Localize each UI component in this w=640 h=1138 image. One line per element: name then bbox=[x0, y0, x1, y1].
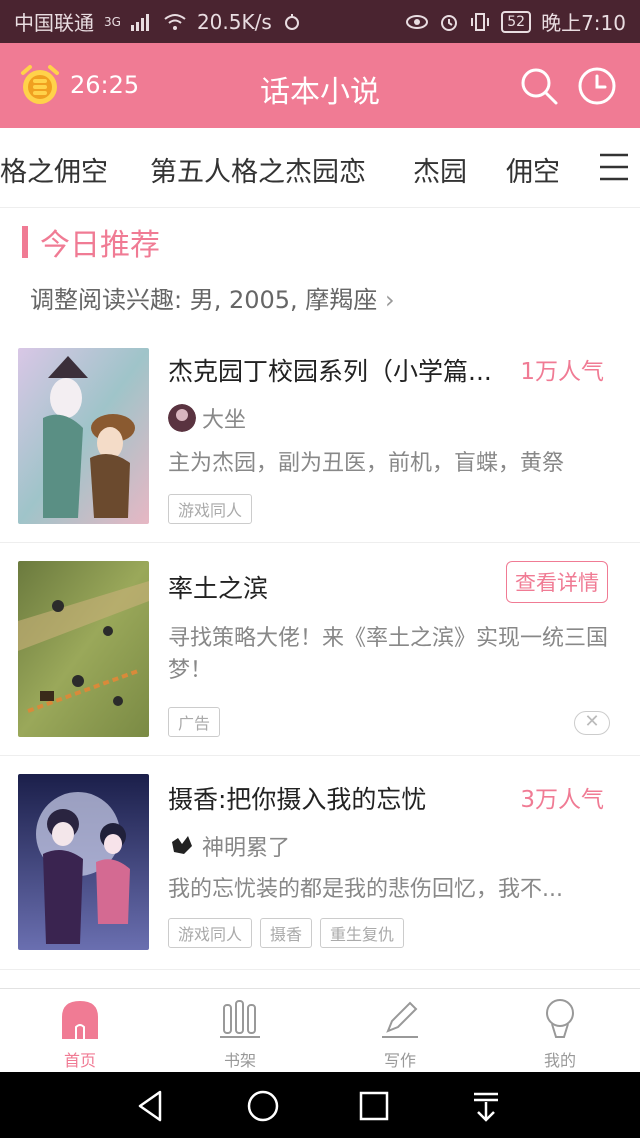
pencil-icon bbox=[382, 1001, 418, 1038]
book-description: 主为杰园，副为丑医，前机，盲蝶，黄祭 bbox=[168, 451, 565, 476]
ad-title: 率土之滨 bbox=[168, 574, 269, 603]
category-tabs: 格之佣空 第五人格之杰园恋 杰园 佣空 bbox=[0, 128, 640, 208]
book-title: 摄香:把你摄入我的忘忧 bbox=[168, 785, 427, 814]
nav-home[interactable]: 首页 bbox=[0, 997, 160, 1071]
tab-item[interactable]: 第五人格之杰园恋 bbox=[150, 150, 366, 189]
nav-write[interactable]: 写作 bbox=[320, 997, 480, 1071]
nav-label: 我的 bbox=[543, 1051, 576, 1070]
section-title: 今日推荐 bbox=[40, 228, 160, 263]
popularity-count: 3万人气 bbox=[520, 787, 604, 813]
ad-description: 寻找策略大佬！来《率土之滨》实现一统三国梦！ bbox=[168, 626, 609, 683]
chevron-right-icon: › bbox=[384, 286, 395, 314]
home-circle-icon[interactable] bbox=[245, 1088, 281, 1124]
book-tag: 游戏同人 bbox=[168, 918, 253, 948]
tab-item[interactable]: 佣空 bbox=[506, 150, 560, 189]
book-title: 杰克园丁校园系列（小学篇... bbox=[168, 357, 492, 386]
search-icon[interactable] bbox=[518, 65, 560, 107]
reading-preference-link[interactable]: 调整阅读兴趣: 男, 2005, 摩羯座 › bbox=[30, 280, 395, 315]
profile-icon bbox=[546, 999, 574, 1038]
menu-icon[interactable] bbox=[598, 152, 630, 182]
book-tag: 摄香 bbox=[260, 918, 313, 948]
nav-label: 首页 bbox=[63, 1051, 96, 1070]
nav-label: 书架 bbox=[223, 1051, 256, 1070]
vibrate-icon bbox=[471, 12, 490, 31]
tab-item[interactable]: 杰园 bbox=[413, 150, 467, 189]
section-header: 今日推荐 bbox=[22, 220, 160, 264]
author-avatar bbox=[168, 832, 196, 860]
alarm-clock-icon bbox=[441, 14, 458, 31]
view-details-button[interactable]: 查看详情 bbox=[506, 561, 608, 603]
nav-label: 写作 bbox=[383, 1051, 416, 1070]
wifi-icon bbox=[164, 13, 186, 30]
back-icon[interactable] bbox=[134, 1088, 170, 1124]
book-cover bbox=[18, 774, 149, 950]
tag-list: 游戏同人 bbox=[168, 494, 253, 524]
book-tag: 游戏同人 bbox=[168, 494, 253, 524]
notification-pulldown-icon[interactable] bbox=[468, 1088, 504, 1124]
carrier-label: 中国联通 bbox=[14, 11, 94, 35]
status-bar: 中国联通 3G 20.5K/s 52 晚上7:10 bbox=[0, 0, 640, 43]
nav-bookshelf[interactable]: 书架 bbox=[160, 997, 320, 1071]
author-name: 神明累了 bbox=[202, 836, 291, 861]
recent-apps-icon[interactable] bbox=[356, 1088, 392, 1124]
author-row: 神明累了 bbox=[168, 830, 290, 862]
clock-time: 晚上7:10 bbox=[541, 11, 626, 35]
ad-image bbox=[18, 561, 149, 737]
bottom-navigation: 首页 书架 写作 我的 bbox=[0, 988, 640, 1072]
sync-icon bbox=[284, 13, 299, 30]
section-accent-bar bbox=[22, 226, 28, 258]
network-type: 3G bbox=[104, 14, 121, 29]
system-navigation-bar bbox=[0, 1072, 640, 1138]
nav-profile[interactable]: 我的 bbox=[480, 997, 640, 1071]
app-header: 26:25 话本小说 bbox=[0, 43, 640, 128]
eye-icon bbox=[406, 14, 429, 29]
popularity-count: 1万人气 bbox=[520, 359, 604, 385]
preference-text: 调整阅读兴趣: 男, 2005, 摩羯座 bbox=[30, 286, 378, 314]
book-tag: 重生复仇 bbox=[320, 918, 405, 948]
bookshelf-icon bbox=[220, 1000, 260, 1038]
close-ad-icon[interactable]: ✕ bbox=[574, 711, 610, 735]
history-clock-icon[interactable] bbox=[576, 65, 618, 107]
book-card[interactable]: 摄香:把你摄入我的忘忧 3万人气 神明累了 我的忘忧装的都是我的悲伤回忆，我不.… bbox=[0, 756, 640, 970]
network-speed: 20.5K/s bbox=[196, 9, 272, 34]
author-row: 大坐 bbox=[168, 402, 246, 434]
tab-item[interactable]: 格之佣空 bbox=[0, 150, 108, 189]
book-description: 我的忘忧装的都是我的悲伤回忆，我不... bbox=[168, 877, 563, 902]
tag-list: 游戏同人 摄香 重生复仇 bbox=[168, 918, 405, 948]
ad-label: 广告 bbox=[168, 707, 221, 737]
signal-icon bbox=[130, 13, 149, 31]
book-card[interactable]: 杰克园丁校园系列（小学篇... 1万人气 大坐 主为杰园，副为丑医，前机，盲蝶，… bbox=[0, 330, 640, 543]
author-avatar bbox=[168, 404, 196, 432]
battery-level: 52 bbox=[501, 10, 532, 33]
home-icon bbox=[62, 1001, 98, 1039]
ad-card[interactable]: 率土之滨 查看详情 寻找策略大佬！来《率土之滨》实现一统三国梦！ 广告 ✕ bbox=[0, 543, 640, 756]
book-cover bbox=[18, 348, 149, 524]
author-name: 大坐 bbox=[202, 408, 247, 433]
